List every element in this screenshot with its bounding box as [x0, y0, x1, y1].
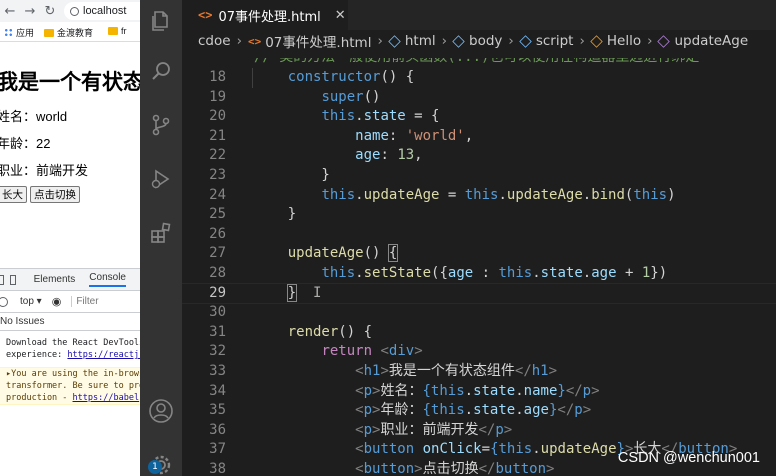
filter-input[interactable]: Filter	[71, 296, 99, 307]
bookmark-jindu[interactable]: 金渡教育	[44, 26, 93, 39]
reload-icon[interactable]: ↻	[40, 4, 60, 19]
issues-status[interactable]: No Issues	[0, 313, 140, 331]
html-file-icon: <>	[247, 34, 262, 48]
settings-badge: 1	[148, 460, 162, 474]
element-icon	[388, 34, 401, 48]
job-text: 职业：前端开发	[0, 163, 89, 178]
browser-toolbar: ← → ↻ localhost	[0, 0, 140, 22]
browser-window: ← → ↻ localhost 应用 金渡教育 fr 我是一个有状态组件 姓名：…	[0, 0, 140, 476]
files-icon[interactable]	[140, 0, 182, 42]
chevron-right-icon: ›	[508, 33, 514, 49]
tab-07-html[interactable]: <> 07事件处理.html ✕	[182, 0, 348, 30]
forward-icon[interactable]: →	[20, 4, 40, 19]
run-debug-icon[interactable]	[140, 158, 182, 200]
extensions-icon[interactable]	[140, 212, 182, 254]
url-text: localhost	[83, 5, 127, 17]
code-line: 26	[209, 225, 226, 242]
code-line: 35 <p>年龄：{this.state.age}</p>	[209, 402, 592, 419]
code-line: 30	[209, 304, 226, 321]
code-line: 22 age: 13,	[209, 147, 423, 164]
code-line: 32 return <div>	[209, 343, 423, 360]
back-icon[interactable]: ←	[0, 4, 20, 19]
babel-link[interactable]: https://babeljs.io/docs/setup/	[73, 393, 140, 403]
code-line: 33 <h1>我是一个有状态组件</h1>	[209, 362, 558, 379]
tab-label: 07事件处理.html	[218, 9, 321, 25]
name-text: 姓名：world	[0, 109, 68, 124]
console-message: experience: https://reactjs.org/link/rea…	[6, 349, 140, 361]
device-toolbar-icon[interactable]	[9, 274, 16, 285]
gear-icon[interactable]	[140, 444, 182, 476]
apps-grid-icon	[4, 28, 13, 37]
breadcrumb-method[interactable]: updateAge	[674, 33, 748, 49]
code-line: 24 this.updateAge = this.updateAge.bind(…	[209, 186, 676, 203]
bookmark-fr[interactable]: fr	[108, 26, 127, 36]
chevron-right-icon: ›	[647, 33, 653, 49]
grow-button[interactable]: 长大	[0, 186, 27, 203]
tab-elements[interactable]: Elements	[34, 274, 76, 285]
code-line: // 类的方法一般使用箭头函数(...)也可以使用在构造器里边进行绑定	[182, 58, 776, 68]
current-code-line: 29 } I	[182, 282, 776, 305]
tab-console[interactable]: Console	[89, 272, 126, 287]
close-icon[interactable]: ✕	[335, 8, 346, 23]
editor-tab-bar: <> 07事件处理.html ✕	[182, 0, 776, 30]
toggle-button[interactable]: 点击切换	[30, 186, 80, 203]
site-info-icon[interactable]	[70, 6, 79, 16]
search-icon[interactable]	[140, 50, 182, 92]
account-icon[interactable]	[140, 390, 182, 432]
page-heading: 我是一个有状态组件	[0, 71, 140, 94]
context-select[interactable]: top ▾	[20, 296, 42, 307]
console-toolbar: top ▾ ◉ Filter	[0, 291, 140, 313]
age-text: 年龄：22	[0, 136, 51, 151]
chevron-right-icon: ›	[377, 33, 383, 49]
inspect-icon[interactable]	[0, 274, 4, 285]
code-line: 36 <p>职业：前端开发</p>	[209, 421, 513, 438]
eye-icon[interactable]: ◉	[52, 295, 62, 308]
console-warning: ▸You are using the in-browser Babel tran…	[0, 367, 140, 405]
breadcrumb-html[interactable]: html	[405, 33, 436, 49]
folder-icon	[44, 28, 54, 37]
breadcrumb-script[interactable]: script	[536, 33, 574, 49]
code-line: 25 }	[209, 206, 297, 223]
code-line: 31 render() {	[209, 323, 373, 340]
code-line: 20 this.state = {	[209, 108, 440, 125]
breadcrumb: cdoe › <> 07事件处理.html › html › body › sc…	[182, 30, 776, 52]
chevron-right-icon: ›	[236, 33, 242, 49]
console-message: Download the React DevTools for a better…	[6, 338, 140, 348]
source-control-icon[interactable]	[140, 104, 182, 146]
chevron-right-icon: ›	[579, 33, 585, 49]
folder-icon	[108, 27, 118, 35]
devtools-link[interactable]: https://reactjs.org/link/react-devtools	[67, 350, 140, 360]
bookmarks-bar: 应用 金渡教育 fr	[0, 22, 140, 42]
code-line: 19 super()	[209, 88, 381, 105]
clear-console-icon[interactable]	[0, 296, 8, 307]
chevron-right-icon: ›	[441, 33, 448, 49]
code-line: 18 constructor() {	[182, 68, 776, 88]
bookmark-apps[interactable]: 应用	[4, 26, 34, 39]
code-line: 23 }	[209, 166, 330, 183]
devtools-panel: Elements Console top ▾ ◉ Filter No Issue…	[0, 268, 140, 476]
breadcrumb-file[interactable]: 07事件处理.html	[265, 31, 371, 51]
code-editor[interactable]: // 类的方法一般使用箭头函数(...)也可以使用在构造器里边进行绑定 18 c…	[182, 52, 776, 476]
method-icon	[657, 34, 671, 48]
code-line: 27 updateAge() {	[209, 244, 399, 263]
breadcrumb-body[interactable]: body	[469, 33, 502, 49]
activity-bar	[140, 0, 182, 476]
element-icon	[519, 34, 532, 48]
element-icon	[452, 34, 465, 48]
watermark: CSDN @wenchun001	[617, 450, 760, 466]
code-line: 34 <p>姓名：{this.state.name}</p>	[209, 382, 600, 399]
rendered-page: 我是一个有状态组件 姓名：world 年龄：22 职业：前端开发 长大 点击切换	[0, 42, 140, 268]
html-file-icon: <>	[198, 8, 213, 22]
address-bar[interactable]: localhost	[64, 2, 140, 20]
code-line: 28 this.setState({age : this.state.age +…	[209, 264, 668, 281]
breadcrumb-class[interactable]: Hello	[607, 33, 641, 49]
breadcrumb-folder[interactable]: cdoe	[198, 33, 231, 49]
code-line: 21 name: 'world',	[209, 127, 474, 144]
console-output: Download the React DevTools for a better…	[0, 331, 140, 405]
devtools-tabs: Elements Console	[0, 269, 140, 291]
class-icon	[590, 34, 603, 48]
